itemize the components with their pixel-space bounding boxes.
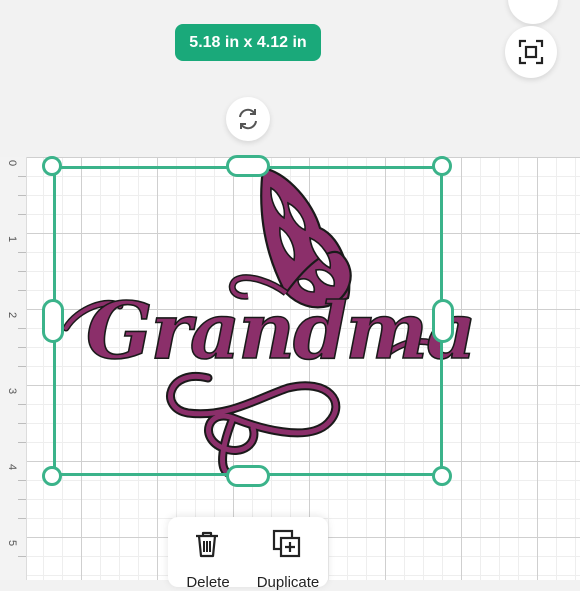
ruler-tick	[18, 290, 26, 291]
fit-to-screen-icon	[518, 39, 544, 65]
ruler-label: 0	[6, 160, 18, 167]
duplicate-button[interactable]: Duplicate	[248, 517, 328, 591]
ruler-label: 5	[6, 540, 18, 547]
ruler-tick	[18, 499, 26, 500]
ruler-tick	[18, 176, 26, 177]
resize-handle-left[interactable]	[42, 299, 64, 343]
ruler-tick	[18, 328, 26, 329]
resize-handle-right[interactable]	[432, 299, 454, 343]
ruler-tick	[18, 271, 26, 272]
ruler-tick	[18, 347, 26, 348]
selection-bounding-box	[53, 166, 443, 476]
ruler-tick	[18, 518, 26, 519]
ruler-tick	[18, 556, 26, 557]
ruler-tick	[18, 423, 26, 424]
rotate-button[interactable]	[226, 97, 270, 141]
action-bar: Delete Duplicate	[168, 517, 328, 591]
resize-handle-bottom-left[interactable]	[42, 466, 62, 486]
delete-label: Delete	[186, 574, 230, 591]
ruler-tick	[18, 214, 26, 215]
duplicate-icon	[272, 529, 301, 558]
resize-handle-top[interactable]	[226, 155, 270, 177]
rotate-icon	[239, 108, 257, 130]
resize-handle-bottom-right[interactable]	[432, 466, 452, 486]
ruler-tick	[18, 404, 26, 405]
ruler-label: 4	[6, 464, 18, 471]
ruler-label: 3	[6, 388, 18, 395]
delete-button[interactable]: Delete	[168, 517, 248, 591]
duplicate-label: Duplicate	[256, 574, 320, 591]
fit-to-screen-button[interactable]	[505, 26, 557, 78]
ruler-tick	[18, 480, 26, 481]
ruler-tick	[18, 442, 26, 443]
resize-handle-top-left[interactable]	[42, 156, 62, 176]
trash-icon	[196, 531, 218, 558]
ruler-tick	[18, 195, 26, 196]
size-badge: 5.18 in x 4.12 in	[175, 24, 321, 61]
resize-handle-bottom[interactable]	[226, 465, 270, 487]
ruler-tick	[18, 252, 26, 253]
ruler-label: 1	[6, 236, 18, 243]
ruler-tick	[18, 366, 26, 367]
resize-handle-top-right[interactable]	[432, 156, 452, 176]
vertical-ruler: 0 1 2 3 4 5	[0, 157, 27, 580]
ruler-label: 2	[6, 312, 18, 319]
